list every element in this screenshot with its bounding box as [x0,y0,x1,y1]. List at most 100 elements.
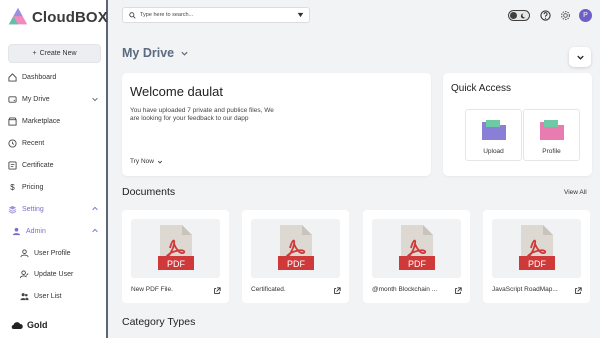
sidebar-item-setting[interactable]: Setting [8,201,101,217]
plan-badge: Gold [11,320,48,330]
sidebar-item-certificate[interactable]: Certificate [8,157,101,173]
quick-access-title: Quick Access [451,83,512,94]
category-types-title: Category Types [122,316,196,328]
sidebar-item-admin[interactable]: Admin [8,223,101,239]
pdf-thumbnail: PDF [131,219,220,278]
pdf-thumbnail: PDF [492,219,581,278]
pdf-file-icon: PDF [519,225,555,270]
pdf-thumbnail: PDF [251,219,340,278]
try-now-label: Try Now [130,158,154,165]
pdf-badge: PDF [408,259,427,269]
external-link-icon[interactable] [333,287,341,295]
sidebar-item-my-drive[interactable]: My Drive [8,91,101,107]
sidebar: CloudBOX + Create New Dashboard My Drive… [0,0,108,338]
sidebar-item-label: My Drive [22,95,50,103]
page-title-text: My Drive [122,46,175,60]
avatar[interactable]: P [579,9,592,22]
document-card[interactable]: PDF Certificated. [242,210,349,303]
pdf-file-icon: PDF [158,225,194,270]
store-icon [8,116,17,126]
quick-access-upload[interactable]: Upload [465,109,522,161]
admin-icon [12,227,21,236]
home-icon [8,72,17,82]
page-title[interactable]: My Drive [122,46,189,60]
chevron-down-icon [181,51,188,56]
document-name: Certificated. [251,286,286,293]
sidebar-item-label: Pricing [22,183,44,191]
pdf-badge: PDF [167,259,186,269]
search-input[interactable]: Type here to search... [122,7,310,23]
chevron-down-icon [576,55,584,60]
user-icon [20,248,29,258]
sidebar-item-recent[interactable]: Recent [8,135,101,151]
try-now-link[interactable]: Try Now [130,158,163,165]
sidebar-item-user-profile[interactable]: User Profile [20,245,101,261]
help-icon[interactable] [540,10,551,21]
sidebar-item-user-list[interactable]: User List [20,288,101,304]
collapse-button[interactable] [569,47,591,67]
pdf-badge: PDF [528,259,547,269]
sidebar-item-label: Admin [26,227,46,235]
pdf-file-icon: PDF [278,225,314,270]
document-name: New PDF File. [131,286,173,293]
sidebar-item-label: Recent [22,139,45,147]
theme-toggle[interactable] [508,10,530,21]
documents-title: Documents [122,186,176,198]
sidebar-item-label: Setting [22,205,44,213]
dollar-icon: $ [10,182,15,192]
settings-icon [8,205,17,214]
chevron-down-icon [157,160,163,163]
quick-access-card: Quick Access Upload Profile [443,73,592,176]
sidebar-item-dashboard[interactable]: Dashboard [8,69,101,85]
clock-icon [8,138,17,148]
sidebar-item-update-user[interactable]: Update User [20,266,101,282]
gear-icon[interactable] [560,10,571,21]
document-card[interactable]: PDF @month Blockchain ... [363,210,470,303]
document-name: JavaScript RoadMap... [492,286,558,293]
user-edit-icon [20,269,29,279]
external-link-icon[interactable] [454,287,462,295]
chevron-down-icon[interactable] [91,95,99,103]
sidebar-item-label: User List [34,292,62,300]
folder-profile-icon [539,120,564,140]
quick-access-profile[interactable]: Profile [523,109,580,161]
document-card[interactable]: PDF JavaScript RoadMap... [483,210,590,303]
users-icon [20,292,29,301]
create-new-label: Create New [39,50,77,57]
create-new-button[interactable]: + Create New [8,44,101,63]
sidebar-item-pricing[interactable]: $ Pricing [8,179,101,195]
chevron-up-icon[interactable] [91,227,99,235]
cloud-icon [11,321,23,329]
toggle-knob [510,12,517,19]
cloudbox-logo-icon [8,7,28,25]
quick-access-label: Upload [483,148,504,155]
caret-down-icon[interactable] [297,12,304,18]
external-link-icon[interactable] [574,287,582,295]
sidebar-item-marketplace[interactable]: Marketplace [8,113,101,129]
search-placeholder: Type here to search... [140,12,194,18]
pdf-file-icon: PDF [399,225,435,270]
welcome-card: Welcome daulat You have uploaded 7 priva… [122,73,431,176]
app-name: CloudBOX [32,8,108,26]
document-card[interactable]: PDF New PDF File. [122,210,229,303]
plus-icon: + [32,50,37,57]
welcome-heading: Welcome daulat [130,84,223,99]
sidebar-item-label: Marketplace [22,117,61,125]
certificate-icon [8,160,17,170]
sidebar-item-label: Certificate [22,161,54,169]
drive-icon [8,95,17,104]
document-name: @month Blockchain ... [372,286,438,293]
sidebar-item-label: Dashboard [22,73,57,81]
pdf-badge: PDF [287,259,306,269]
app-logo[interactable]: CloudBOX [7,6,108,28]
sidebar-item-label: User Profile [34,249,71,257]
sidebar-item-label: Update User [34,270,74,278]
plan-label: Gold [27,320,48,330]
view-all-link[interactable]: View All [564,189,587,196]
quick-access-label: Profile [542,148,561,155]
external-link-icon[interactable] [213,287,221,295]
welcome-message: You have uploaded 7 private and publice … [130,107,274,123]
pdf-thumbnail: PDF [372,219,461,278]
chevron-up-icon[interactable] [91,205,99,213]
search-icon [129,11,136,19]
